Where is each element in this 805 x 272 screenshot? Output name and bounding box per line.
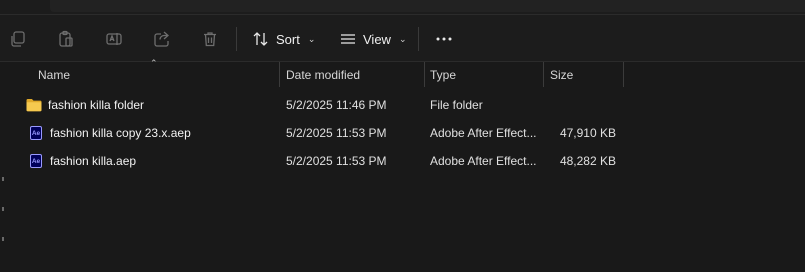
after-effects-icon: Ae	[30, 154, 42, 168]
pane-marker	[2, 237, 4, 241]
after-effects-icon: Ae	[30, 126, 42, 140]
view-label: View	[363, 31, 391, 47]
chevron-down-icon: ⌄	[398, 33, 407, 44]
list-item[interactable]: Ae fashion killa.aep 5/2/2025 11:53 PM A…	[20, 147, 800, 175]
separator	[236, 27, 237, 51]
sort-icon	[253, 32, 268, 46]
tab-strip	[0, 0, 805, 14]
column-divider[interactable]	[623, 62, 624, 87]
file-size: 47,910 KB	[559, 126, 616, 140]
more-options-button[interactable]	[430, 25, 458, 53]
file-type: Adobe After Effect...	[430, 154, 537, 168]
column-date-modified[interactable]: Date modified	[280, 62, 423, 87]
chevron-down-icon: ⌄	[307, 33, 316, 44]
share-icon	[154, 31, 169, 47]
view-list-icon	[341, 34, 355, 44]
copy-icon	[11, 31, 25, 47]
column-header: Name Date modified Type Size	[20, 62, 800, 87]
list-item[interactable]: Ae fashion killa copy 23.x.aep 5/2/2025 …	[20, 119, 800, 147]
file-date: 5/2/2025 11:46 PM	[286, 98, 387, 112]
pane-marker	[2, 207, 4, 211]
file-type: Adobe After Effect...	[430, 126, 537, 140]
rename-icon	[106, 33, 122, 45]
file-size: 48,282 KB	[559, 154, 616, 168]
navigation-pane-edge	[0, 62, 4, 272]
delete-button[interactable]	[196, 25, 224, 53]
file-name: Ae fashion killa.aep	[30, 154, 137, 168]
separator	[418, 27, 419, 51]
file-name: Ae fashion killa copy 23.x.aep	[30, 126, 191, 140]
rename-button[interactable]	[100, 25, 128, 53]
sort-button[interactable]: Sort ⌄	[252, 25, 315, 53]
paste-button[interactable]	[52, 25, 80, 53]
list-item[interactable]: fashion killa folder 5/2/2025 11:46 PM F…	[20, 91, 800, 119]
file-type: File folder	[430, 98, 483, 112]
file-date: 5/2/2025 11:53 PM	[286, 154, 387, 168]
paste-icon	[59, 30, 73, 47]
sort-label: Sort	[276, 31, 300, 47]
column-size[interactable]: Size	[544, 62, 622, 87]
file-name: fashion killa folder	[26, 91, 276, 119]
column-name[interactable]: Name	[32, 62, 277, 87]
view-button[interactable]: View ⌄	[339, 25, 407, 53]
copy-button[interactable]	[4, 25, 32, 53]
share-button[interactable]	[148, 25, 176, 53]
tab[interactable]	[50, 0, 805, 12]
pane-marker	[2, 177, 4, 181]
more-icon	[436, 37, 452, 41]
trash-icon	[204, 32, 216, 47]
file-size	[546, 91, 616, 119]
folder-icon	[26, 99, 42, 112]
file-date: 5/2/2025 11:53 PM	[286, 126, 387, 140]
command-bar: Sort ⌄ View ⌄	[0, 14, 805, 62]
column-type[interactable]: Type	[424, 62, 542, 87]
